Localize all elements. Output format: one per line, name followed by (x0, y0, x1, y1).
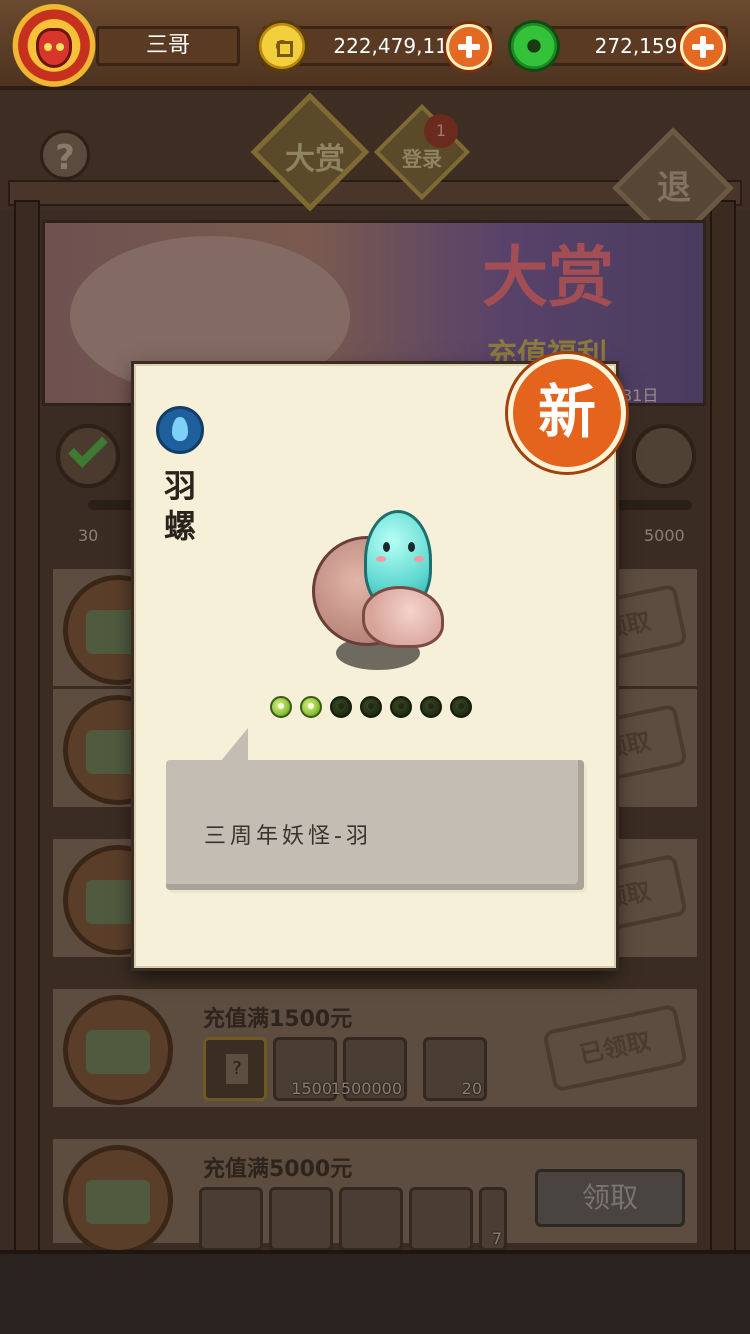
magatama-icon (270, 696, 292, 718)
magatama-icon (360, 696, 382, 718)
yokai-eye (383, 542, 390, 552)
yokai-cheek (376, 556, 386, 562)
magatama-icon (330, 696, 352, 718)
magatama-icon (450, 696, 472, 718)
yokai-name: 羽螺 (163, 467, 196, 545)
magatama-rating (270, 696, 480, 722)
conch-shell-icon (362, 586, 444, 648)
yokai-description: 三周年妖怪-羽 (204, 824, 372, 849)
magatama-icon (300, 696, 322, 718)
player-avatar[interactable] (8, 4, 100, 96)
demon-mask-icon (36, 28, 72, 68)
yokai-eye (408, 542, 415, 552)
yokai-cheek (414, 556, 424, 562)
magatama-icon (420, 696, 442, 718)
speech-tail (220, 728, 248, 762)
water-drop-icon (156, 406, 204, 454)
new-badge: 新 (508, 354, 626, 472)
yokai-info-card: 羽螺 新 三周年妖怪-羽 (134, 354, 626, 968)
magatama-icon (390, 696, 412, 718)
